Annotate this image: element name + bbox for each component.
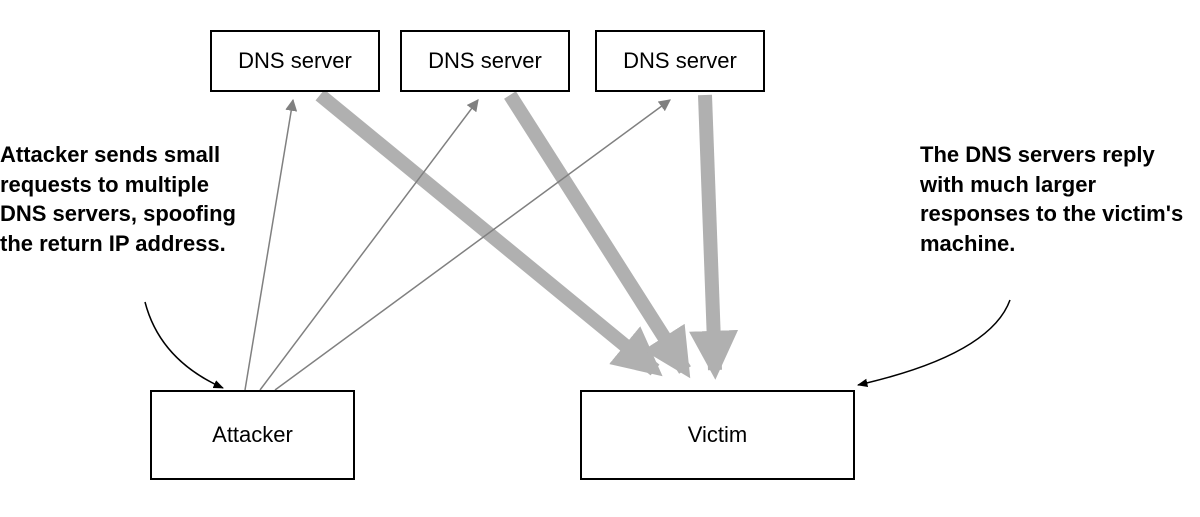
dns-server-2: DNS server [400, 30, 570, 92]
dns-server-1: DNS server [210, 30, 380, 92]
dns-server-3: DNS server [595, 30, 765, 92]
attacker-label: Attacker [212, 422, 293, 448]
attacker-node: Attacker [150, 390, 355, 480]
dns-server-2-label: DNS server [428, 48, 542, 74]
diagram-stage: DNS server DNS server DNS server Attacke… [0, 0, 1200, 517]
response-arrow-dns3-victim [705, 95, 715, 370]
annotation-responses: The DNS servers reply with much larger r… [920, 140, 1200, 259]
victim-node: Victim [580, 390, 855, 480]
victim-label: Victim [688, 422, 748, 448]
dns-server-3-label: DNS server [623, 48, 737, 74]
request-arrow-attacker-dns1 [245, 100, 293, 390]
callout-left [145, 302, 223, 388]
annotation-attacker: Attacker sends small requests to multipl… [0, 140, 250, 259]
callout-right [858, 300, 1010, 385]
dns-server-1-label: DNS server [238, 48, 352, 74]
